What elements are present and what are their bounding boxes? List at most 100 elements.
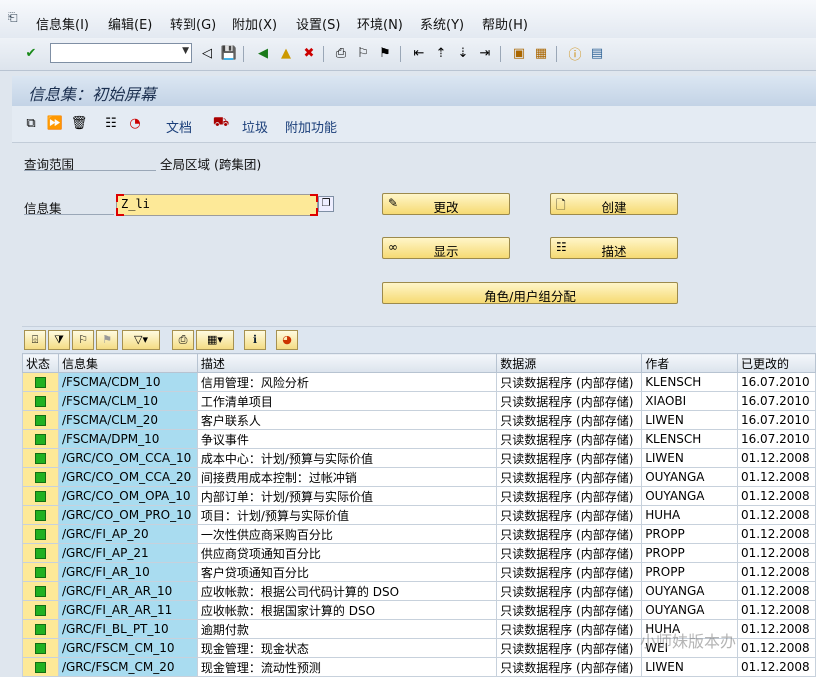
find-icon[interactable]: ⚐ [354,44,372,62]
description-cell: 应收帐款：根据国家计算的 DSO [196,600,498,620]
previous-page-icon[interactable]: ⇡ [432,44,450,62]
help-icon[interactable]: ⓘ [566,44,584,63]
infoset-cell[interactable]: /GRC/FI_AP_20 [57,524,198,544]
system-menu-icon[interactable]: ⎗ [8,10,24,24]
details-icon[interactable]: ⌹ [24,330,46,350]
info-icon[interactable]: ℹ [244,330,266,350]
menu-settings[interactable]: 设置(S) [296,14,340,33]
menu-extras[interactable]: 附加(X) [232,14,277,33]
documentation-button[interactable]: 文档 [166,117,192,136]
table-row[interactable]: /FSCMA/CLM_10 工作清单项目 只读数据程序 (内部存储) XIAOBI 16… [22,391,816,411]
menu-edit[interactable]: 编辑(E) [108,14,152,33]
status-cell [22,410,59,430]
find-next-icon[interactable]: ⚑ [96,330,118,350]
infoset-cell[interactable]: /GRC/FI_AR_AR_11 [57,600,198,620]
where-used-icon[interactable]: ☷ [102,114,120,132]
menu-help[interactable]: 帮助(H) [482,14,528,33]
table-row[interactable]: /FSCMA/CLM_20 客户联系人 只读数据程序 (内部存储) LIWEN 16.0… [22,410,816,430]
display-button[interactable]: ∞ 显示 [382,237,510,259]
extras-button[interactable]: 附加功能 [285,117,337,136]
last-page-icon[interactable]: ⇥ [476,44,494,62]
infoset-cell[interactable]: /GRC/CO_OM_CCA_10 [57,448,198,468]
author-cell: LIWEN [641,410,738,430]
find-icon[interactable]: ⚐ [72,330,94,350]
infoset-cell[interactable]: /GRC/FI_AR_10 [57,562,198,582]
copy-icon[interactable]: ⧉ [22,114,40,132]
set-filter-icon[interactable]: ▽▾ [122,330,160,350]
shortcut-icon[interactable]: ▦ [532,44,550,62]
col-description[interactable]: 描述 [196,353,498,373]
print-icon[interactable]: ⎙ [332,44,350,62]
menu-environment[interactable]: 环境(N) [357,14,403,33]
infoset-cell[interactable]: /FSCMA/CLM_10 [57,391,198,411]
col-infoset[interactable]: 信息集 [57,353,198,373]
infoset-cell[interactable]: /GRC/FSCM_CM_10 [57,638,198,658]
col-author[interactable]: 作者 [641,353,738,373]
collapse-icon[interactable]: ◁ [198,44,216,62]
table-row[interactable]: /GRC/FI_AR_10 客户贷项通知百分比 只读数据程序 (内部存储) PROPP… [22,562,816,582]
status-green-icon [34,415,46,426]
infoset-cell[interactable]: /GRC/CO_OM_PRO_10 [57,505,198,525]
exit-icon[interactable]: ▲ [277,44,295,62]
infoset-cell[interactable]: /FSCMA/CLM_20 [57,410,198,430]
infoset-cell[interactable]: /GRC/CO_OM_OPA_10 [57,486,198,506]
menu-infoset[interactable]: 信息集(I) [36,14,89,33]
next-page-icon[interactable]: ⇣ [454,44,472,62]
col-datasource[interactable]: 数据源 [496,353,643,373]
table-row[interactable]: /FSCMA/CDM_10 信用管理：风险分析 只读数据程序 (内部存储) KLENS… [22,372,816,392]
back-icon[interactable]: ◀ [254,44,272,62]
table-row[interactable]: /GRC/CO_OM_CCA_10 成本中心：计划/预算与实际价值 只读数据程序 (… [22,448,816,468]
infoset-cell[interactable]: /GRC/CO_OM_CCA_20 [57,467,198,487]
author-cell: OUYANGA [641,467,738,487]
transport-icon[interactable]: ⛟ [212,114,230,132]
layout-menu-icon[interactable]: ▤ [588,44,606,62]
change-button[interactable]: ✎ 更改 [382,193,510,215]
print-preview-icon[interactable]: ⎙ [172,330,194,350]
table-row[interactable]: /GRC/FI_AP_21 供应商贷项通知百分比 只读数据程序 (内部存储) PROP… [22,543,816,563]
trash-button[interactable]: 垃圾 [242,117,268,136]
table-row[interactable]: /GRC/FI_AR_AR_11 应收帐款：根据国家计算的 DSO 只读数据程序 (… [22,600,816,620]
graphic-icon[interactable]: ◕ [276,330,298,350]
infoset-field[interactable] [116,194,318,216]
filter-icon[interactable]: ⧩ [48,330,70,350]
menu-goto[interactable]: 转到(G) [170,14,216,33]
infoset-cell[interactable]: /GRC/FI_AR_AR_10 [57,581,198,601]
infoset-input[interactable] [117,195,315,213]
table-row[interactable]: /GRC/CO_OM_PRO_10 项目：计划/预算与实际价值 只读数据程序 (内部… [22,505,816,525]
chevron-down-icon[interactable]: ▼ [182,46,189,56]
col-changed[interactable]: 已更改的 [736,353,816,373]
value-help-icon[interactable]: ❐ [318,196,334,212]
table-row[interactable]: /GRC/FI_AP_20 一次性供应商采购百分比 只读数据程序 (内部存储) PRO… [22,524,816,544]
table-row[interactable]: /GRC/FSCM_CM_20 现金管理：流动性预测 只读数据程序 (内部存储) LI… [22,657,816,677]
col-status[interactable]: 状态 [22,353,59,373]
infoset-cell[interactable]: /FSCMA/CDM_10 [57,372,198,392]
cancel-icon[interactable]: ✖ [300,44,318,62]
table-row[interactable]: /GRC/CO_OM_OPA_10 内部订单：计划/预算与实际价值 只读数据程序 (… [22,486,816,506]
table-row[interactable]: /GRC/CO_OM_CCA_20 间接费用成本控制：过帐冲销 只读数据程序 (内部… [22,467,816,487]
infoset-cell[interactable]: /FSCMA/DPM_10 [57,429,198,449]
rename-icon[interactable]: ⏩ [46,114,64,132]
create-button[interactable]: 🗋 创建 [550,193,678,215]
infoset-cell[interactable]: /GRC/FSCM_CM_20 [57,657,198,677]
table-row[interactable]: /GRC/FI_AR_AR_10 应收帐款：根据公司代码计算的 DSO 只读数据程序… [22,581,816,601]
first-page-icon[interactable]: ⇤ [410,44,428,62]
describe-button[interactable]: ☷ 描述 [550,237,678,259]
infoset-cell[interactable]: /GRC/FI_AP_21 [57,543,198,563]
check-icon[interactable]: ◔ [126,114,144,132]
description-cell: 供应商贷项通知百分比 [196,543,498,563]
save-icon[interactable]: 💾 [220,44,238,62]
enter-icon[interactable]: ✔ [22,44,40,62]
command-input[interactable] [51,44,177,60]
delete-icon[interactable]: 🗑 [70,114,88,132]
change-label: 更改 [433,200,459,215]
command-field[interactable]: ▼ [50,43,192,63]
new-session-icon[interactable]: ▣ [510,44,528,62]
find-next-icon[interactable]: ⚑ [376,44,394,62]
layout-icon[interactable]: ▦▾ [196,330,234,350]
menu-system[interactable]: 系统(Y) [420,14,464,33]
datasource-cell: 只读数据程序 (内部存储) [496,372,643,392]
role-assignment-button[interactable]: 角色/用户组分配 [382,282,678,304]
divider [24,170,156,171]
table-row[interactable]: /FSCMA/DPM_10 争议事件 只读数据程序 (内部存储) KLENSCH 16.… [22,429,816,449]
infoset-cell[interactable]: /GRC/FI_BL_PT_10 [57,619,198,639]
